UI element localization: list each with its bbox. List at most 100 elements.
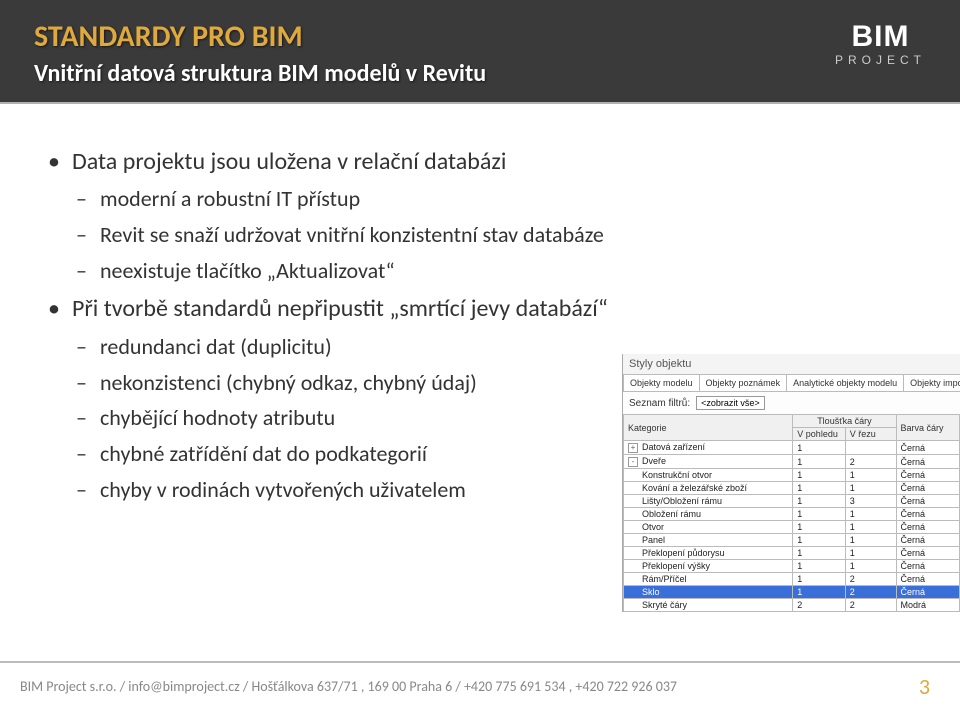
- cell-cut: 1: [845, 560, 896, 573]
- cell-color: Černá: [896, 455, 960, 469]
- cell-category: Sklo: [624, 586, 793, 599]
- col-thickness: Tloušťka čáry: [793, 415, 896, 428]
- table-row[interactable]: Sklo12Černá: [624, 586, 960, 599]
- tab-objects-model[interactable]: Objekty modelu: [623, 374, 700, 391]
- filter-label: Seznam filtrů:: [629, 398, 690, 409]
- cell-view: 1: [793, 455, 845, 469]
- slide-footer: BIM Project s.r.o. / info@bimproject.cz …: [0, 661, 960, 700]
- table-row[interactable]: Panel11Černá: [624, 534, 960, 547]
- tab-objects-notes[interactable]: Objekty poznámek: [699, 374, 788, 391]
- collapse-icon[interactable]: -: [628, 457, 638, 467]
- bullet-item: Data projektu jsou uložena v relační dat…: [48, 146, 912, 285]
- cell-category: Konstrukční otvor: [624, 469, 793, 482]
- sub-item: neexistuje tlačítko „Aktualizovat“: [72, 256, 912, 286]
- cell-color: Černá: [896, 547, 960, 560]
- bullet-text: Data projektu jsou uložena v relační dat…: [72, 147, 506, 176]
- sub-item: moderní a robustní IT přístup: [72, 184, 912, 214]
- cell-cut: 1: [845, 469, 896, 482]
- cell-view: 1: [793, 482, 845, 495]
- filter-row: Seznam filtrů: <zobrazit vše>: [623, 392, 960, 414]
- col-view: V pohledu: [793, 428, 845, 441]
- table-row[interactable]: Překlopení výšky11Černá: [624, 560, 960, 573]
- table-row[interactable]: Otvor11Černá: [624, 521, 960, 534]
- cell-color: Modrá: [896, 599, 960, 612]
- cell-category: -Dveře: [624, 455, 793, 469]
- cell-view: 2: [793, 599, 845, 612]
- filter-select[interactable]: <zobrazit vše>: [696, 396, 765, 410]
- table-row[interactable]: Konstrukční otvor11Černá: [624, 469, 960, 482]
- slide-subtitle: Vnitřní datová struktura BIM modelů v Re…: [34, 59, 926, 88]
- table-row[interactable]: Rám/Příčel12Černá: [624, 573, 960, 586]
- cell-view: 1: [793, 573, 845, 586]
- tab-analytic[interactable]: Analytické objekty modelu: [786, 374, 904, 391]
- table-row[interactable]: Kování a železářské zboží11Černá: [624, 482, 960, 495]
- cell-view: 1: [793, 547, 845, 560]
- cell-category: Rám/Příčel: [624, 573, 793, 586]
- styles-table: Kategorie Tloušťka čáry Barva čáry V poh…: [623, 414, 960, 612]
- cell-color: Černá: [896, 495, 960, 508]
- cell-color: Černá: [896, 521, 960, 534]
- cell-view: 1: [793, 560, 845, 573]
- cell-category: Lišty/Obložení rámu: [624, 495, 793, 508]
- cell-color: Černá: [896, 508, 960, 521]
- cell-category: Otvor: [624, 521, 793, 534]
- cell-cut: 2: [845, 586, 896, 599]
- col-category: Kategorie: [624, 415, 793, 441]
- cell-cut: 2: [845, 599, 896, 612]
- cell-color: Černá: [896, 573, 960, 586]
- cell-cut: 1: [845, 521, 896, 534]
- table-row[interactable]: Obložení rámu11Černá: [624, 508, 960, 521]
- logo-bottom: PROJECT: [835, 54, 926, 66]
- table-row[interactable]: -Dveře12Černá: [624, 455, 960, 469]
- cell-category: +Datová zařízení: [624, 441, 793, 455]
- cell-view: 1: [793, 508, 845, 521]
- col-color: Barva čáry: [896, 415, 960, 441]
- sub-item: Revit se snaží udržovat vnitřní konziste…: [72, 220, 912, 250]
- cell-color: Černá: [896, 441, 960, 455]
- cell-color: Černá: [896, 482, 960, 495]
- cell-cut: 1: [845, 547, 896, 560]
- cell-cut: 2: [845, 573, 896, 586]
- cell-cut: 3: [845, 495, 896, 508]
- cell-view: 1: [793, 534, 845, 547]
- col-cut: V řezu: [845, 428, 896, 441]
- table-row[interactable]: +Datová zařízení1 Černá: [624, 441, 960, 455]
- cell-cut: 2: [845, 455, 896, 469]
- cell-category: Kování a železářské zboží: [624, 482, 793, 495]
- cell-cut: 1: [845, 508, 896, 521]
- bullet-text: Při tvorbě standardů nepřipustit „smrtíc…: [72, 294, 608, 323]
- cell-color: Černá: [896, 534, 960, 547]
- table-row[interactable]: Překlopení půdorysu11Černá: [624, 547, 960, 560]
- cell-cut: 1: [845, 534, 896, 547]
- cell-category: Skryté čáry: [624, 599, 793, 612]
- table-header-row: Kategorie Tloušťka čáry Barva čáry: [624, 415, 960, 428]
- slide-title: STANDARDY PRO BIM: [34, 18, 926, 55]
- cell-cut: 1: [845, 482, 896, 495]
- sub-list: moderní a robustní IT přístup Revit se s…: [72, 184, 912, 285]
- cell-category: Překlopení výšky: [624, 560, 793, 573]
- table-row[interactable]: Skryté čáry22Modrá: [624, 599, 960, 612]
- cell-view: 1: [793, 495, 845, 508]
- embedded-dialog: Styly objektu Objekty modelu Objekty poz…: [622, 354, 960, 612]
- cell-view: 1: [793, 441, 845, 455]
- cell-view: 1: [793, 469, 845, 482]
- logo-top: BIM: [835, 22, 926, 52]
- logo: BIM PROJECT: [835, 22, 926, 66]
- cell-cut: [845, 441, 896, 455]
- footer-text: BIM Project s.r.o. / info@bimproject.cz …: [20, 678, 677, 695]
- cell-color: Černá: [896, 586, 960, 599]
- tab-import[interactable]: Objekty importová: [903, 374, 960, 391]
- dialog-title: Styly objektu: [623, 354, 960, 374]
- cell-category: Obložení rámu: [624, 508, 793, 521]
- dialog-tabs: Objekty modelu Objekty poznámek Analytic…: [623, 374, 960, 392]
- expand-icon[interactable]: +: [628, 443, 638, 453]
- cell-view: 1: [793, 521, 845, 534]
- cell-category: Překlopení půdorysu: [624, 547, 793, 560]
- cell-view: 1: [793, 586, 845, 599]
- page-number: 3: [919, 673, 940, 700]
- cell-category: Panel: [624, 534, 793, 547]
- cell-color: Černá: [896, 469, 960, 482]
- slide-header: STANDARDY PRO BIM Vnitřní datová struktu…: [0, 0, 960, 104]
- cell-color: Černá: [896, 560, 960, 573]
- table-row[interactable]: Lišty/Obložení rámu13Černá: [624, 495, 960, 508]
